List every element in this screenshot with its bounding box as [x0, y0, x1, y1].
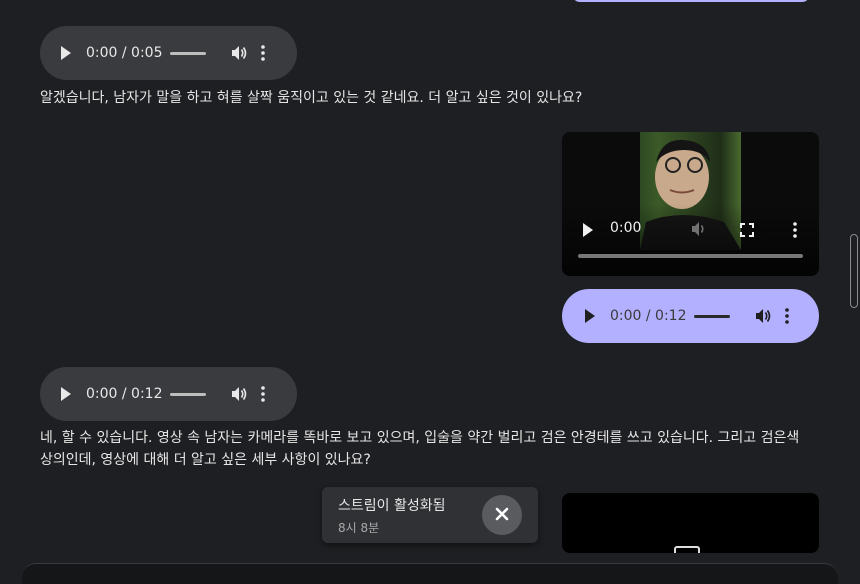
audio-time: 0:00 / 0:05 [86, 45, 163, 61]
scrollbar-thumb[interactable] [850, 234, 858, 308]
more-vert-icon[interactable] [793, 222, 797, 242]
user-audio-player[interactable]: 0:00 / 0:12 [562, 289, 819, 343]
audio-progress-track[interactable] [170, 392, 206, 396]
volume-icon[interactable] [754, 307, 772, 325]
audio-player-2[interactable]: 0:00 / 0:12 [40, 367, 297, 421]
close-icon [495, 506, 509, 525]
fullscreen-icon[interactable] [740, 222, 754, 241]
video-player-2[interactable] [562, 493, 819, 553]
stream-active-toast: 스트림이 활성화됨 8시 8분 [322, 487, 538, 543]
audio-time: 0:00 / 0:12 [86, 386, 163, 402]
model-reply-2: 네, 할 수 있습니다. 영상 속 남자는 카메라를 똑바로 보고 있으며, 입… [40, 430, 800, 468]
play-icon[interactable] [584, 309, 598, 323]
audio-time: 0:00 / 0:12 [610, 308, 687, 324]
prompt-bar-edge[interactable] [22, 563, 838, 584]
volume-icon[interactable] [230, 385, 248, 403]
video-player[interactable]: 0:00 [562, 132, 819, 276]
user-bubble-top [572, 0, 810, 2]
audio-player-1[interactable]: 0:00 / 0:05 [40, 26, 297, 80]
more-vert-icon[interactable] [260, 385, 266, 403]
close-toast-button[interactable] [482, 495, 522, 535]
model-reply-1: 알겠습니다, 남자가 말을 하고 혀를 살짝 움직이고 있는 것 같네요. 더 … [40, 90, 583, 106]
more-vert-icon[interactable] [784, 307, 790, 325]
play-icon[interactable] [60, 46, 74, 60]
more-vert-icon[interactable] [260, 44, 266, 62]
audio-progress-track[interactable] [694, 314, 730, 318]
volume-icon[interactable] [230, 44, 248, 62]
volume-icon[interactable] [690, 220, 708, 242]
audio-progress-track[interactable] [170, 51, 206, 55]
video-progress-bar[interactable] [578, 254, 803, 258]
video-time: 0:00 [610, 220, 642, 236]
video-icon-partial [674, 546, 700, 553]
play-icon[interactable] [582, 222, 594, 241]
play-icon[interactable] [60, 387, 74, 401]
